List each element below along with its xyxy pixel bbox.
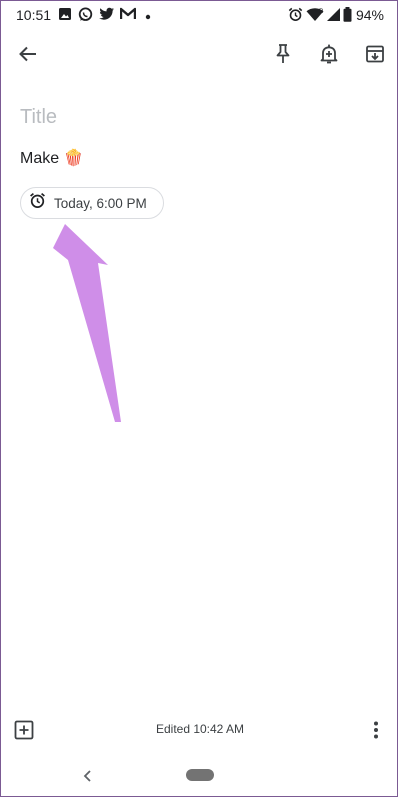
more-vert-icon <box>366 721 386 745</box>
bottom-bar: Edited 10:42 AM <box>0 708 400 752</box>
nav-back-button[interactable] <box>78 766 98 786</box>
system-nav-bar <box>0 752 400 799</box>
edited-timestamp: Edited 10:42 AM <box>155 722 245 736</box>
nav-back-chevron-icon <box>78 770 98 790</box>
more-options-button[interactable] <box>366 719 386 741</box>
home-pill-button[interactable] <box>186 769 214 781</box>
annotation-arrow <box>53 224 121 422</box>
